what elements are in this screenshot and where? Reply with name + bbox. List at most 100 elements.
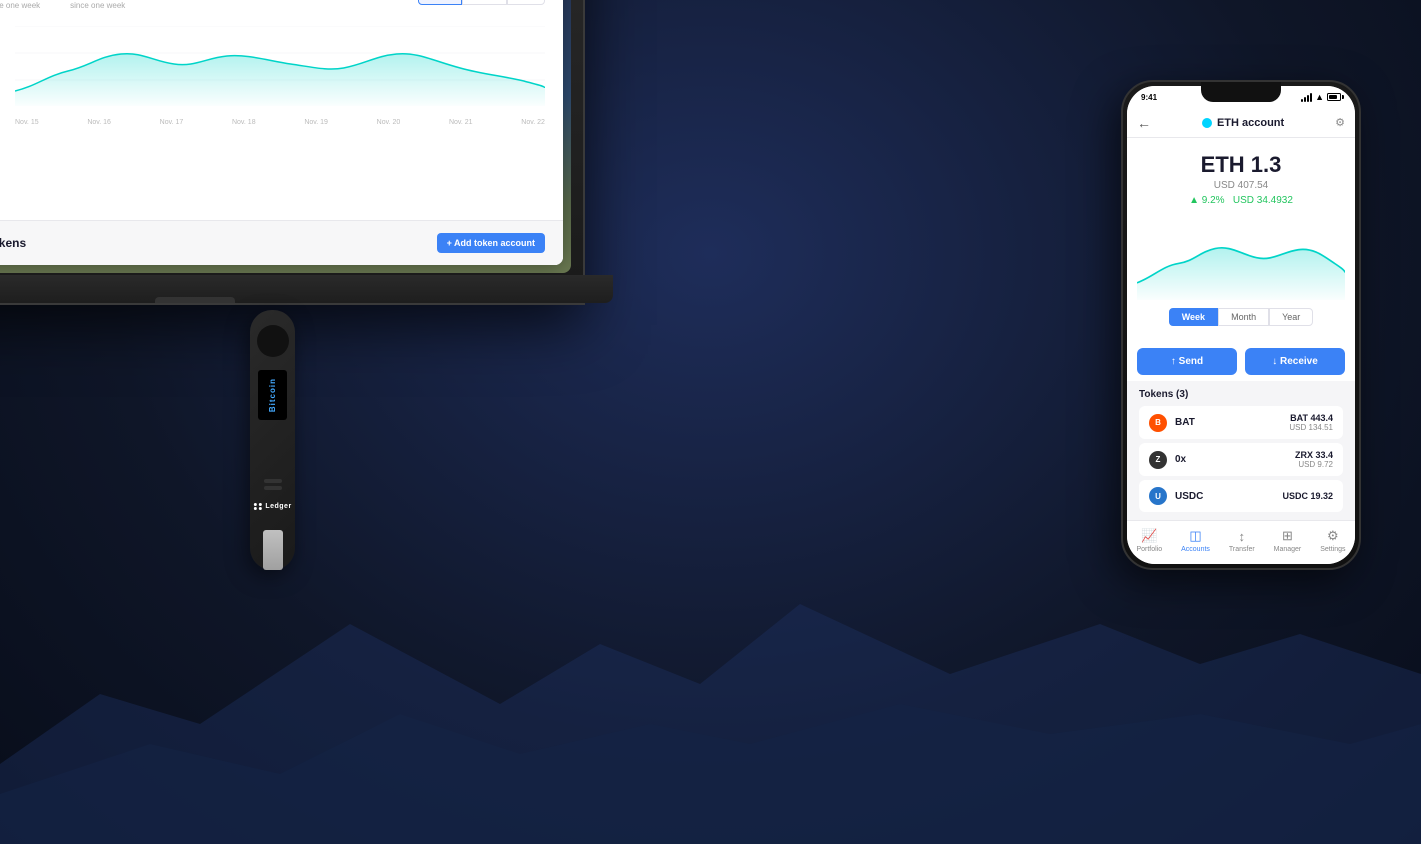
main-content: Accounts / Personal Account ▾	[0, 0, 563, 265]
chart-tab-week[interactable]: Week	[418, 0, 461, 5]
xaxis-nov21: Nov. 21	[449, 119, 473, 126]
bat-usd: USD 134.51	[1289, 423, 1333, 432]
ledger-up-btn[interactable]	[264, 479, 282, 483]
chart-svg-wrap	[15, 26, 545, 106]
ledger-nav-buttons	[264, 479, 282, 490]
bat-icon: B	[1149, 414, 1167, 432]
ledger-screen: Bitcoin	[258, 370, 287, 420]
battery-icon	[1327, 93, 1341, 101]
bar1	[1301, 99, 1303, 102]
phone-settings-button[interactable]: ⚙	[1335, 116, 1345, 129]
phone-chart-tabs: Week Month Year	[1137, 308, 1345, 326]
chart-stat-usd: ▲ USD 22,91 since one week	[70, 0, 144, 10]
phone-eth-icon	[1202, 118, 1212, 128]
balance-chart-area: ETH 2.36 USD 644.23 ▲ 3.62 % since one w…	[0, 0, 563, 220]
phone-statusbar-right: ▲	[1301, 92, 1341, 102]
back-button[interactable]: ←	[1137, 115, 1151, 131]
dot1	[253, 503, 256, 506]
accounts-nav-label: Accounts	[1181, 546, 1210, 553]
laptop-base	[0, 275, 613, 303]
phone-notch	[1201, 82, 1281, 102]
chart-tabs: Week Month Year	[418, 0, 545, 5]
chart-tab-month[interactable]: Month	[462, 0, 507, 5]
phone-body: 9:41 ▲ ←	[1121, 80, 1361, 570]
bat-name: BAT	[1175, 417, 1289, 428]
ledger-down-btn[interactable]	[264, 486, 282, 490]
bar3	[1307, 95, 1309, 102]
phone-nav-transfer[interactable]: ↕ Transfer	[1229, 529, 1255, 553]
usdc-balance: USDC 19.32	[1282, 491, 1333, 501]
manager-nav-icon: ⊞	[1282, 528, 1293, 544]
dot3	[253, 507, 256, 510]
phone: 9:41 ▲ ←	[1121, 80, 1361, 570]
wifi-icon: ▲	[1315, 92, 1324, 102]
phone-gain: ▲ 9.2% USD 34.4932	[1141, 195, 1341, 206]
tokens-section: Tokens + Add token account	[0, 220, 563, 265]
xaxis-nov20: Nov. 20	[377, 119, 401, 126]
phone-tab-month[interactable]: Month	[1218, 308, 1269, 326]
phone-tab-week[interactable]: Week	[1169, 308, 1218, 326]
xaxis-nov16: Nov. 16	[87, 119, 111, 126]
laptop: MENU ⊙ Dashboard ◫ Accounts ↑ Send	[0, 0, 555, 325]
chart-yaxis: 60k 40k 20k	[0, 26, 13, 106]
phone-gain-usd: USD 34.4932	[1233, 195, 1293, 206]
mountain-bg	[0, 544, 1421, 844]
chart-stat-pct: ▲ 3.62 % since one week	[0, 0, 40, 10]
dot4	[258, 507, 261, 510]
phone-tab-year[interactable]: Year	[1269, 308, 1313, 326]
zrx-usd: USD 9.72	[1295, 460, 1333, 469]
accounts-nav-icon: ◫	[1189, 528, 1201, 544]
phone-balance: ETH 1.3 USD 407.54 ▲ 9.2% USD 34.4932	[1127, 138, 1355, 216]
yaxis-20k: 20k	[0, 97, 13, 106]
chart-area: 60k 40k 20k	[0, 26, 545, 126]
bar4	[1310, 93, 1312, 102]
add-token-button[interactable]: + Add token account	[437, 233, 545, 253]
xaxis-nov17: Nov. 17	[160, 119, 184, 126]
zrx-balance: ZRX 33.4 USD 9.72	[1295, 450, 1333, 469]
usdc-amount: USDC 19.32	[1282, 491, 1333, 501]
settings-nav-label: Settings	[1320, 546, 1345, 553]
stat-pct-label: since one week	[0, 1, 40, 10]
phone-account-name: ETH account	[1217, 117, 1284, 129]
phone-nav: ← ETH account ⚙	[1127, 108, 1355, 138]
phone-receive-button[interactable]: ↓ Receive	[1245, 348, 1345, 375]
zrx-icon: Z	[1149, 451, 1167, 469]
signal-bars-icon	[1301, 93, 1312, 102]
yaxis-60k: 60k	[0, 26, 13, 35]
phone-nav-manager[interactable]: ⊞ Manager	[1274, 528, 1302, 553]
phone-chart: Week Month Year	[1127, 216, 1355, 342]
phone-tokens-title: Tokens (3)	[1139, 389, 1343, 400]
phone-send-button[interactable]: ↑ Send	[1137, 348, 1237, 375]
phone-balance-eth: ETH 1.3	[1141, 152, 1341, 178]
ledger-usb-connector	[263, 530, 283, 570]
manager-nav-label: Manager	[1274, 546, 1302, 553]
zrx-name: 0x	[1175, 454, 1295, 465]
laptop-screen-bezel: MENU ⊙ Dashboard ◫ Accounts ↑ Send	[0, 0, 571, 273]
settings-nav-icon: ⚙	[1327, 528, 1339, 544]
chart-stats: ▲ 3.62 % since one week ▲ USD 22,91 sinc…	[0, 0, 144, 10]
phone-bottom-nav: 📈 Portfolio ◫ Accounts ↕ Transfer ⊞ Mana…	[1127, 520, 1355, 564]
phone-balance-usd: USD 407.54	[1141, 180, 1341, 191]
bar2	[1304, 97, 1306, 102]
phone-gain-pct: ▲ 9.2%	[1189, 195, 1224, 206]
xaxis-nov18: Nov. 18	[232, 119, 256, 126]
chart-xaxis: Nov. 15 Nov. 16 Nov. 17 Nov. 18 Nov. 19 …	[15, 119, 545, 126]
ledger-button[interactable]	[257, 325, 289, 357]
phone-token-bat: B BAT BAT 443.4 USD 134.51	[1139, 406, 1343, 439]
phone-nav-settings[interactable]: ⚙ Settings	[1320, 528, 1345, 553]
chart-tab-year[interactable]: Year	[507, 0, 545, 5]
ledger-brand-dots	[253, 503, 262, 510]
portfolio-icon: 📈	[1141, 528, 1157, 544]
ledger-display-text: Bitcoin	[268, 378, 277, 412]
phone-chart-area	[1137, 220, 1345, 300]
battery-fill	[1329, 95, 1337, 99]
laptop-screen-bg: MENU ⊙ Dashboard ◫ Accounts ↑ Send	[0, 0, 571, 273]
yaxis-40k: 40k	[0, 61, 13, 70]
phone-nav-accounts[interactable]: ◫ Accounts	[1181, 528, 1210, 553]
phone-nav-portfolio[interactable]: 📈 Portfolio	[1136, 528, 1162, 553]
xaxis-nov22: Nov. 22	[521, 119, 545, 126]
usdc-icon: U	[1149, 487, 1167, 505]
phone-token-usdc: U USDC USDC 19.32	[1139, 480, 1343, 512]
transfer-icon: ↕	[1239, 529, 1246, 544]
dot2	[258, 503, 261, 506]
